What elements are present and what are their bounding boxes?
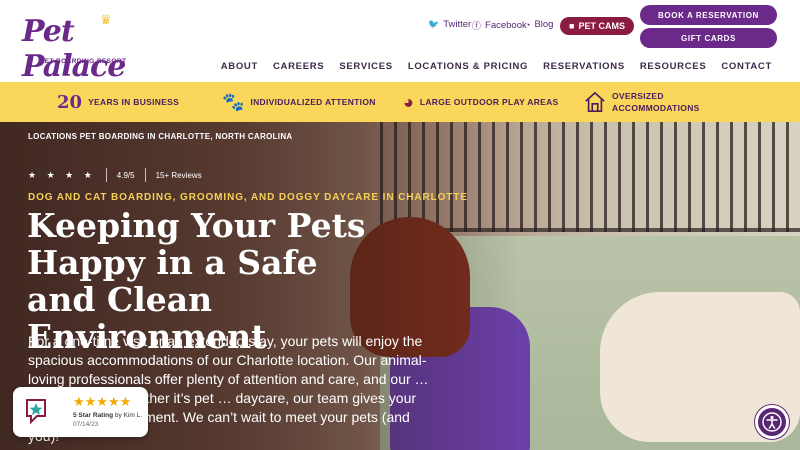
book-reservation-button[interactable]: BOOK A RESERVATION: [640, 5, 777, 25]
feature-play-areas: ◕ LARGE OUTDOOR PLAY AREAS: [403, 82, 559, 122]
twitter-link[interactable]: 🐦 Twitter: [428, 19, 471, 30]
reviewer-name: by Kim L.: [114, 412, 142, 419]
main-nav: ABOUT CAREERS SERVICES LOCATIONS & PRICI…: [221, 61, 772, 72]
pet-cams-label: PET CAMS: [578, 21, 625, 31]
feature-years: 20 YEARS IN BUSINESS: [57, 82, 179, 122]
feature-label: LARGE OUTDOOR PLAY AREAS: [419, 97, 559, 107]
rating-score: 4.9/5: [116, 170, 135, 180]
facebook-label: Facebook: [485, 20, 527, 31]
pet-palace-logo[interactable]: Pet Palace ♛ PET BOARDING RESORT: [22, 12, 137, 84]
feature-accommodations: OVERSIZED ACCOMMODATIONS: [584, 82, 722, 122]
nav-services[interactable]: SERVICES: [339, 61, 392, 72]
divider: [144, 168, 146, 182]
feature-label: INDIVIDUALIZED ATTENTION: [250, 97, 376, 107]
rating-text: 5 Star Rating: [73, 412, 114, 419]
logo-tagline: PET BOARDING RESORT: [40, 58, 127, 65]
nav-contact[interactable]: CONTACT: [721, 61, 772, 72]
feature-attention: 🐾 INDIVIDUALIZED ATTENTION: [222, 82, 376, 122]
blog-link[interactable]: ◔ Blog: [525, 19, 553, 30]
site-header: Pet Palace ♛ PET BOARDING RESORT 🐦 Twitt…: [0, 0, 800, 84]
twitter-label: Twitter: [443, 19, 472, 30]
nav-resources[interactable]: RESOURCES: [640, 61, 706, 72]
gift-cards-button[interactable]: GIFT CARDS: [640, 28, 777, 48]
nav-reservations[interactable]: RESERVATIONS: [543, 61, 625, 72]
house-icon: [585, 91, 605, 112]
hero-eyebrow: DOG AND CAT BOARDING, GROOMING, AND DOGG…: [28, 192, 468, 203]
accessibility-icon: [762, 412, 782, 432]
rss-icon: ◔: [525, 19, 531, 30]
logo-wordmark: Pet Palace: [22, 14, 126, 84]
features-bar: 20 YEARS IN BUSINESS 🐾 INDIVIDUALIZED AT…: [0, 82, 800, 122]
review-stars: ★★★★★: [73, 394, 132, 409]
review-widget[interactable]: ★★★★★ 5 Star Rating by Kim L. 07/14/23: [13, 387, 148, 437]
nav-locations-pricing[interactable]: LOCATIONS & PRICING: [408, 61, 528, 72]
facebook-link[interactable]: ⓕ Facebook: [472, 19, 527, 32]
breadcrumb: LOCATIONS PET BOARDING IN CHARLOTTE, NOR…: [28, 132, 293, 141]
feature-label: YEARS IN BUSINESS: [88, 97, 180, 107]
rating-stars: ★ ★ ★ ★: [28, 169, 96, 180]
review-badge-icon: [26, 399, 46, 424]
review-rating: 5 Star Rating by Kim L.: [73, 412, 142, 419]
divider: [105, 168, 107, 182]
rating-summary: ★ ★ ★ ★ 4.9/5 15+ Reviews: [28, 168, 202, 182]
review-count: 15+ Reviews: [155, 170, 202, 180]
facebook-icon: ⓕ: [472, 21, 482, 31]
paw-icon: 🐾: [222, 91, 245, 112]
nav-careers[interactable]: CAREERS: [273, 61, 324, 72]
crown-icon: ♛: [100, 12, 112, 27]
nav-about[interactable]: ABOUT: [221, 61, 258, 72]
pet-cams-button[interactable]: ■ PET CAMS: [560, 17, 634, 35]
ball-icon: ◕: [403, 91, 414, 112]
accessibility-button[interactable]: [755, 405, 789, 439]
feature-label: OVERSIZED ACCOMMODATIONS: [612, 91, 700, 113]
twitter-icon: 🐦: [428, 19, 440, 29]
video-camera-icon: ■: [569, 21, 575, 31]
review-date: 07/14/23: [73, 421, 99, 428]
years-number: 20: [57, 91, 83, 113]
blog-label: Blog: [534, 19, 554, 30]
